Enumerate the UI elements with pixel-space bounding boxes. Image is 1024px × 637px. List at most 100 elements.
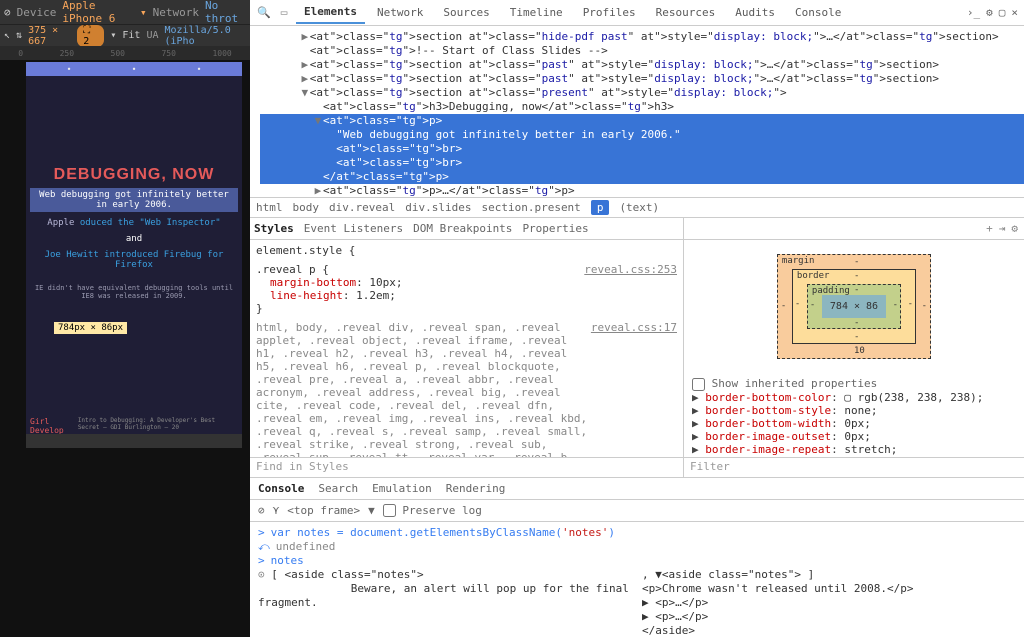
filter-icon[interactable]: ⋎ (273, 504, 280, 517)
tab-sources[interactable]: Sources (435, 2, 497, 23)
computed-list[interactable]: Show inherited properties▶ border-bottom… (684, 373, 1024, 457)
slide-highlighted-text: Web debugging got infinitely better in e… (30, 188, 238, 212)
slide-footnote: IE didn't have equivalent debugging tool… (30, 284, 238, 300)
console-line: >notes (258, 554, 1016, 568)
device-label: Device (17, 6, 57, 19)
computed-prop[interactable]: ▶ border-image-repeat: stretch; (692, 443, 1016, 456)
clear-console-icon[interactable]: ⊘ (258, 504, 265, 517)
dom-node[interactable]: ▶<at">class="tg">section at">class="past… (260, 58, 1024, 72)
console-body[interactable]: >var notes = document.getElementsByClass… (250, 522, 1024, 637)
computed-prop[interactable]: ▶ border-image-outset: 0px; (692, 430, 1016, 443)
computed-prop[interactable]: ▶ border-bottom-width: 0px; (692, 417, 1016, 430)
dom-node[interactable]: <at">class="tg">br> (260, 142, 1024, 156)
dom-node[interactable]: ▶<at">class="tg">section at">class="hide… (260, 30, 1024, 44)
styles-body[interactable]: element.style {.reveal p {reveal.css:253… (250, 240, 683, 457)
main-tabs: 🔍 ▭ ElementsNetworkSourcesTimelineProfil… (250, 0, 1024, 26)
tab-audits[interactable]: Audits (727, 2, 783, 23)
inspect-element-icon[interactable]: 🔍 (256, 6, 272, 19)
frame-select[interactable]: <top frame> (287, 504, 360, 517)
gear-icon[interactable]: ⚙ (1011, 222, 1018, 235)
styles-tab-dom-breakpoints[interactable]: DOM Breakpoints (413, 222, 512, 235)
slide-title: DEBUGGING, NOW (30, 166, 238, 184)
cursor-icon[interactable]: ↖ (4, 30, 10, 41)
dom-node[interactable]: <at">class="tg">h3>Debugging, now</at">c… (260, 100, 1024, 114)
slide-content: DEBUGGING, NOW Web debugging got infinit… (26, 76, 242, 300)
find-in-styles-input[interactable]: Find in Styles (250, 457, 683, 477)
drawer-tab-console[interactable]: Console (258, 482, 304, 495)
crumb-text[interactable]: (text) (619, 201, 659, 214)
console-line: >var notes = document.getElementsByClass… (258, 526, 1016, 540)
tab-network[interactable]: Network (369, 2, 431, 23)
close-icon[interactable]: × (1011, 6, 1018, 19)
crumb-divslides[interactable]: div.slides (405, 201, 471, 214)
crumb-p[interactable]: p (591, 200, 610, 215)
chevron-down-icon[interactable]: ▼ (368, 504, 375, 517)
dock-icon[interactable]: ▢ (999, 6, 1006, 19)
viewport-size[interactable]: 375 × 667 (28, 25, 71, 47)
box-content: 784 × 86 (822, 295, 886, 318)
new-rule-icon[interactable]: + (986, 222, 993, 235)
dom-node[interactable]: "Web debugging got infinitely better in … (260, 128, 1024, 142)
network-label: Network (153, 6, 199, 19)
computed-prop[interactable]: ▶ border-bottom-color: ▢ rgb(238, 238, 2… (692, 391, 1016, 404)
console-toolbar: ⊘ ⋎ <top frame> ▼ Preserve log (250, 500, 1024, 522)
slide-line-2: Apple oduced the "Web Inspector" (30, 218, 238, 228)
dom-node[interactable]: ▼<at">class="tg">section at">class="pres… (260, 86, 1024, 100)
network-select[interactable]: No throt (205, 0, 246, 25)
slide-line-3: Joe Hewitt introduced Firebug for Firefo… (30, 250, 238, 270)
tab-elements[interactable]: Elements (296, 1, 365, 24)
drawer-tabs: Console Search Emulation Rendering (250, 478, 1024, 500)
drawer-tab-rendering[interactable]: Rendering (446, 482, 506, 495)
fit-toggle[interactable]: Fit (122, 30, 140, 41)
styles-tab-properties[interactable]: Properties (522, 222, 588, 235)
emulated-phone: ••• DEBUGGING, NOW Web debugging got inf… (26, 62, 242, 448)
element-tooltip: 784px × 86px (54, 322, 127, 334)
dom-node[interactable]: ▶<at">class="tg">p>…</at">class="tg">p> (260, 184, 1024, 197)
box-model: margin-10-- border---- padding---- 784 ×… (684, 240, 1024, 373)
dom-node[interactable]: ▼<at">class="tg">p> (260, 114, 1024, 128)
device-viewport: ••• DEBUGGING, NOW Web debugging got inf… (0, 60, 250, 637)
console-toggle-icon[interactable]: ›_ (967, 6, 980, 19)
dom-node[interactable]: <at">class="tg">!-- Start of Class Slide… (260, 44, 1024, 58)
filter-input[interactable]: Filter (684, 457, 1024, 477)
styles-tab-event-listeners[interactable]: Event Listeners (304, 222, 403, 235)
tab-profiles[interactable]: Profiles (575, 2, 644, 23)
tab-resources[interactable]: Resources (648, 2, 724, 23)
horizontal-ruler: 02505007501000 (0, 46, 250, 60)
device-select[interactable]: Apple iPhone 6 (62, 0, 134, 25)
dom-tree[interactable]: ▶<at">class="tg">section at">class="hide… (250, 26, 1024, 197)
device-toolbar-size: ↖ ⇅ 375 × 667 ⛶ 2 ▾ Fit UA Mozilla/5.0 (… (0, 24, 250, 46)
computed-panel: + ⇥ ⚙ margin-10-- border---- padding----… (684, 218, 1024, 477)
show-inherited-checkbox[interactable]: Show inherited properties (692, 377, 877, 390)
phone-home-bar (26, 434, 242, 448)
console-line: ⤺undefined (258, 540, 1016, 554)
styles-tab-styles[interactable]: Styles (254, 222, 294, 235)
toggle-device-icon[interactable]: ▭ (276, 6, 292, 19)
preserve-log-checkbox[interactable]: Preserve log (383, 504, 482, 518)
styles-tabs: Styles Event Listeners DOM Breakpoints Prop… (250, 218, 683, 240)
dom-node[interactable]: </at">class="tg">p> (260, 170, 1024, 184)
crumb-sectionpresent[interactable]: section.present (481, 201, 580, 214)
ua-label: UA (146, 30, 158, 41)
crumb-divreveal[interactable]: div.reveal (329, 201, 395, 214)
dom-node[interactable]: ▶<at">class="tg">section at">class="past… (260, 72, 1024, 86)
tab-timeline[interactable]: Timeline (502, 2, 571, 23)
swap-icon[interactable]: ⇅ (16, 30, 22, 41)
settings-icon[interactable]: ⚙ (986, 6, 993, 19)
tab-console[interactable]: Console (787, 2, 849, 23)
zoom-chevron-icon[interactable]: ▾ (110, 30, 116, 41)
inspect-icon[interactable]: ⊘ (4, 6, 11, 19)
toggle-state-icon[interactable]: ⇥ (999, 222, 1006, 235)
zoom-select[interactable]: ⛶ 2 (77, 25, 104, 47)
drawer-tab-search[interactable]: Search (318, 482, 358, 495)
crumb-body[interactable]: body (293, 201, 320, 214)
device-panel: ⊘ Device Apple iPhone 6 ▾ Network No thr… (0, 0, 250, 637)
styles-panel: Styles Event Listeners DOM Breakpoints Prop… (250, 218, 684, 477)
crumb-html[interactable]: html (256, 201, 283, 214)
device-toolbar: ⊘ Device Apple iPhone 6 ▾ Network No thr… (0, 0, 250, 24)
computed-prop[interactable]: ▶ border-bottom-style: none; (692, 404, 1016, 417)
chevron-down-icon[interactable]: ▾ (140, 6, 147, 19)
drawer-tab-emulation[interactable]: Emulation (372, 482, 432, 495)
ua-value[interactable]: Mozilla/5.0 (iPho (165, 25, 247, 47)
dom-node[interactable]: <at">class="tg">br> (260, 156, 1024, 170)
